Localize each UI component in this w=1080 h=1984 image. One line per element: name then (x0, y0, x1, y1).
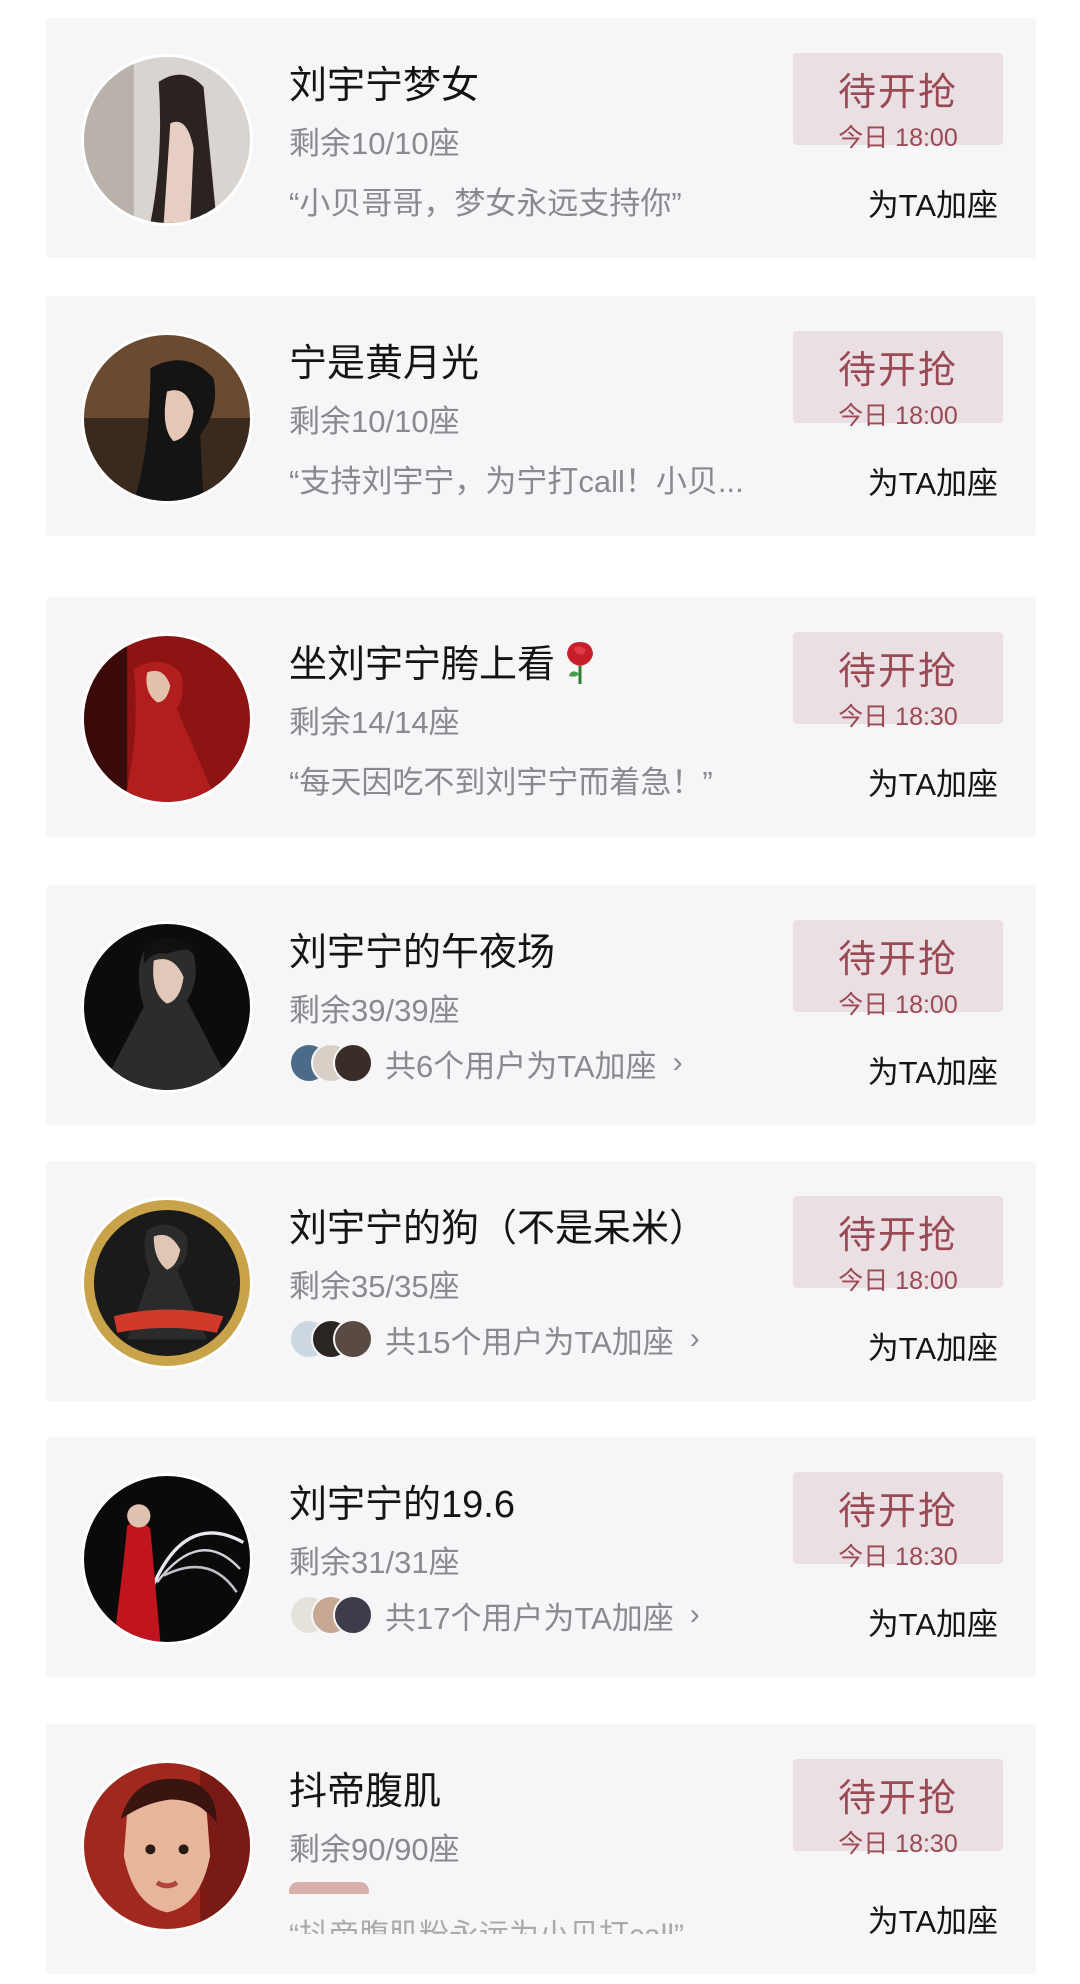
room-card[interactable]: 抖帝腹肌 剩余90/90座 “抖帝腹肌粉永远为小贝打call” 待开抢 今日 1… (46, 1724, 1036, 1974)
room-title: 刘宇宁梦女 (289, 65, 480, 107)
supporter-avatar (333, 1043, 373, 1083)
supporter-avatar (333, 1595, 373, 1635)
remaining-seats: 剩余14/14座 (289, 705, 460, 740)
grab-time: 今日 18:00 (838, 124, 958, 152)
room-title: 刘宇宁的午夜场 (289, 932, 556, 974)
room-avatar[interactable] (84, 1476, 250, 1642)
room-card[interactable]: 刘宇宁的午夜场 剩余39/39座 共6个用户为TA加座 › 待开抢 今日 18:… (46, 885, 1036, 1125)
remaining-seats: 剩余35/35座 (289, 1269, 460, 1304)
remaining-seats: 剩余10/10座 (289, 126, 460, 161)
room-card[interactable]: 宁是黄月光 剩余10/10座 “支持刘宇宁，为宁打call！小贝... 待开抢 … (46, 296, 1036, 536)
remaining-seats: 剩余31/31座 (289, 1545, 460, 1580)
room-title: 刘宇宁的19.6 (289, 1484, 515, 1526)
scrolling-supporters-row (289, 1874, 369, 1894)
chevron-right-icon: › (672, 1046, 683, 1079)
avatar-image (84, 1763, 250, 1929)
room-quote: “抖帝腹肌粉永远为小贝打call” (289, 1910, 684, 1934)
grab-status-button[interactable]: 待开抢 今日 18:30 (793, 1472, 1003, 1571)
room-avatar[interactable] (84, 1763, 250, 1929)
add-seat-button[interactable]: 为TA加座 (868, 180, 998, 225)
avatar-image (84, 1476, 250, 1642)
grab-status-button[interactable]: 待开抢 今日 18:00 (793, 331, 1003, 430)
supporter-avatars (289, 1595, 379, 1635)
add-seat-button[interactable]: 为TA加座 (868, 1896, 998, 1941)
add-seat-button[interactable]: 为TA加座 (868, 1047, 998, 1092)
grab-status-label: 待开抢 (837, 1215, 958, 1257)
grab-status-button[interactable]: 待开抢 今日 18:00 (793, 1196, 1003, 1295)
grab-status-label: 待开抢 (837, 1778, 958, 1820)
avatar-image (84, 636, 250, 802)
supporters-row[interactable]: 共15个用户为TA加座 › (289, 1317, 700, 1361)
room-quote: “支持刘宇宁，为宁打call！小贝... (289, 464, 744, 499)
room-avatar[interactable] (84, 636, 250, 802)
chevron-right-icon: › (689, 1598, 700, 1631)
grab-time: 今日 18:00 (838, 402, 958, 430)
remaining-seats: 剩余10/10座 (289, 404, 460, 439)
chevron-right-icon: › (689, 1322, 700, 1355)
grab-status-label: 待开抢 (837, 939, 958, 981)
grab-status-button[interactable]: 待开抢 今日 18:00 (793, 920, 1003, 1019)
grab-status-button[interactable]: 待开抢 今日 18:30 (793, 1759, 1003, 1858)
supporters-text: 共17个用户为TA加座 (385, 1600, 674, 1636)
supporter-avatar (333, 1319, 373, 1359)
grab-status-label: 待开抢 (837, 1491, 958, 1533)
room-title-text: 坐刘宇宁胯上看 (289, 644, 556, 686)
supporter-avatars (289, 1319, 379, 1359)
grab-status-label: 待开抢 (837, 350, 958, 392)
grab-status-button[interactable]: 待开抢 今日 18:00 (793, 53, 1003, 152)
avatar-image (84, 57, 250, 223)
rose-icon (561, 638, 599, 696)
avatar-image (84, 1200, 250, 1366)
supporters-text: 共6个用户为TA加座 (385, 1048, 657, 1084)
grab-time: 今日 18:00 (838, 991, 958, 1019)
room-title: 宁是黄月光 (289, 343, 480, 385)
room-card[interactable]: 坐刘宇宁胯上看 剩余14/14座 “每天因吃不到刘宇宁而着急！” 待开抢 今日 … (46, 597, 1036, 837)
room-card[interactable]: 刘宇宁的狗（不是呆米） 剩余35/35座 共15个用户为TA加座 › 待开抢 今… (46, 1161, 1036, 1401)
avatar-image (84, 335, 250, 501)
add-seat-button[interactable]: 为TA加座 (868, 1323, 998, 1368)
supporter-avatars (289, 1043, 379, 1083)
remaining-seats: 剩余39/39座 (289, 993, 460, 1028)
room-avatar[interactable] (84, 335, 250, 501)
grab-status-label: 待开抢 (837, 651, 958, 693)
room-quote: “每天因吃不到刘宇宁而着急！” (289, 765, 713, 800)
room-title: 坐刘宇宁胯上看 (289, 633, 599, 696)
add-seat-button[interactable]: 为TA加座 (868, 1599, 998, 1644)
room-title: 刘宇宁的狗（不是呆米） (289, 1208, 708, 1250)
remaining-seats: 剩余90/90座 (289, 1832, 460, 1867)
room-card[interactable]: 刘宇宁的19.6 剩余31/31座 共17个用户为TA加座 › 待开抢 今日 1… (46, 1437, 1036, 1677)
add-seat-button[interactable]: 为TA加座 (868, 759, 998, 804)
grab-time: 今日 18:30 (838, 1543, 958, 1571)
grab-time: 今日 18:30 (838, 703, 958, 731)
avatar-image (84, 924, 250, 1090)
grab-status-label: 待开抢 (837, 72, 958, 114)
grab-time: 今日 18:30 (838, 1830, 958, 1858)
supporters-row[interactable]: 共17个用户为TA加座 › (289, 1593, 700, 1637)
supporters-row[interactable]: 共6个用户为TA加座 › (289, 1041, 683, 1085)
room-quote: “小贝哥哥，梦女永远支持你” (289, 186, 682, 221)
supporters-text: 共15个用户为TA加座 (385, 1324, 674, 1360)
room-avatar[interactable] (84, 924, 250, 1090)
grab-status-button[interactable]: 待开抢 今日 18:30 (793, 632, 1003, 731)
room-card[interactable]: 刘宇宁梦女 剩余10/10座 “小贝哥哥，梦女永远支持你” 待开抢 今日 18:… (46, 18, 1036, 258)
room-avatar[interactable] (84, 57, 250, 223)
grab-time: 今日 18:00 (838, 1267, 958, 1295)
add-seat-button[interactable]: 为TA加座 (868, 458, 998, 503)
room-avatar[interactable] (84, 1200, 250, 1366)
room-title: 抖帝腹肌 (289, 1771, 442, 1813)
